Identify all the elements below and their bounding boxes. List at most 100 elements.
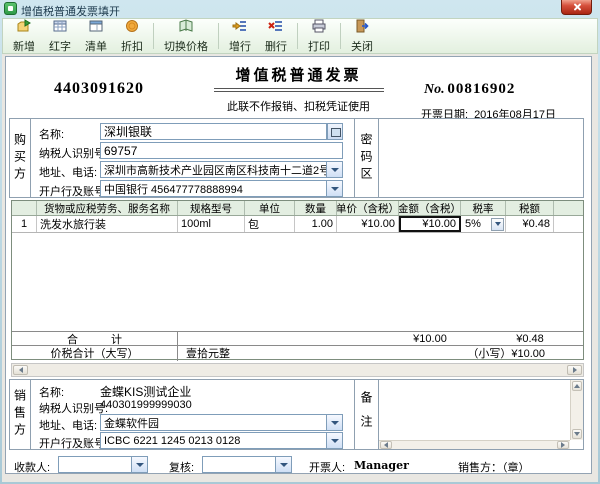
dropdown-arrow-icon[interactable] [275, 457, 291, 472]
red-letter-icon [52, 18, 68, 37]
dropdown-arrow-icon[interactable] [326, 433, 342, 448]
new-button[interactable]: 新增 [6, 20, 42, 52]
seller-address-combo[interactable]: 金蝶软件园 [100, 414, 343, 431]
close-icon [572, 3, 581, 12]
buyer-section: 购买方 名称: 纳税人识别号: 地址、电话: 深圳市高新技术产业园区南区科技南十… [9, 118, 584, 198]
col-header-price: 单价（含税） [337, 201, 399, 215]
buyer-name-browse-button[interactable] [327, 123, 343, 140]
buyer-taxid-input[interactable] [100, 142, 343, 159]
dropdown-arrow-icon[interactable] [326, 181, 342, 196]
title-underline [214, 88, 384, 89]
item-unit-cell[interactable]: 包 [245, 216, 295, 232]
toolbar-separator [340, 23, 341, 49]
discount-button[interactable]: 折扣 [114, 20, 150, 52]
toolbar-separator [153, 23, 154, 49]
grid-empty-area[interactable] [12, 233, 583, 331]
item-spec-cell[interactable]: 100ml [178, 216, 245, 232]
seller-bank-label: 开户行及账号: [39, 435, 108, 451]
issuer-label: 开票人: [309, 459, 345, 475]
seller-taxid-label: 纳税人识别号: [39, 400, 108, 416]
scroll-left-arrow-icon[interactable] [380, 441, 392, 449]
list-button[interactable]: 清单 [78, 20, 114, 52]
invoice-window: 增值税普通发票填开 新增 红字 清单 折扣 [0, 0, 600, 484]
switch-price-icon [178, 18, 194, 37]
discount-icon [124, 18, 140, 37]
seller-name-value: 金蝶KIS测试企业 [100, 383, 191, 400]
payee-combo[interactable] [58, 456, 148, 473]
remark-vertical-scrollbar[interactable] [570, 380, 583, 440]
col-header-tax: 税额 [506, 201, 554, 215]
total-amount: ¥10.00 [399, 333, 461, 345]
delete-row-button[interactable]: 删行 [258, 20, 294, 52]
remark-horizontal-scrollbar[interactable] [379, 440, 570, 449]
seller-bank-combo[interactable]: ICBC 6221 1245 0213 0128 [100, 432, 343, 449]
toolbar-separator [297, 23, 298, 49]
payee-label: 收款人: [14, 459, 50, 475]
red-letter-label: 红字 [49, 38, 71, 54]
buyer-address-value: 深圳市高新技术产业园区南区科技南十二道2号 075588888888 [101, 162, 326, 178]
buyer-bank-combo[interactable]: 中国银行 456477778888994 [100, 180, 343, 197]
item-amount-cell-selected[interactable]: ¥10.00 [399, 216, 461, 232]
add-row-button[interactable]: 增行 [222, 20, 258, 52]
grid-horizontal-scrollbar[interactable] [11, 363, 584, 377]
print-icon [311, 18, 327, 37]
item-qty-cell[interactable]: 1.00 [295, 216, 337, 232]
seller-seal-label: 销售方：（章） [458, 459, 530, 475]
dropdown-arrow-icon[interactable] [326, 415, 342, 430]
discount-label: 折扣 [121, 38, 143, 54]
scroll-right-arrow-icon[interactable] [567, 365, 582, 375]
scroll-right-arrow-icon[interactable] [557, 441, 569, 449]
scroll-up-arrow-icon[interactable] [572, 381, 582, 391]
switch-price-button[interactable]: 切换价格 [157, 20, 215, 52]
buyer-bank-value: 中国银行 456477778888994 [101, 181, 326, 197]
seller-taxid-value: 440301999999030 [100, 399, 192, 411]
col-header-amount: 金额（含税） [399, 201, 461, 215]
close-button[interactable] [561, 0, 592, 15]
issuer-value: Manager [354, 459, 409, 472]
row-index-cell: 1 [12, 216, 37, 232]
reviewer-label: 复核: [169, 459, 194, 475]
print-button[interactable]: 打印 [301, 20, 337, 52]
seller-bank-value: ICBC 6221 1245 0213 0128 [101, 435, 326, 447]
item-tax-cell[interactable]: ¥0.48 [506, 216, 554, 232]
buyer-name-label: 名称: [39, 126, 64, 142]
dropdown-arrow-icon[interactable] [131, 457, 147, 472]
print-label: 打印 [308, 38, 330, 54]
amount-in-words: 壹拾元整 [178, 345, 230, 361]
buyer-name-input[interactable] [100, 123, 327, 140]
table-row: 1 洗发水旅行装 100ml 包 1.00 ¥10.00 ¥10.00 5% ¥… [12, 216, 583, 233]
scroll-down-arrow-icon[interactable] [572, 429, 582, 439]
client-area: 新增 红字 清单 折扣 切换价格 增行 [2, 18, 598, 482]
scroll-left-arrow-icon[interactable] [13, 365, 28, 375]
remark-label: 备注 [354, 380, 379, 449]
delete-row-icon [268, 18, 284, 37]
buyer-address-combo[interactable]: 深圳市高新技术产业园区南区科技南十二道2号 075588888888 [100, 161, 343, 178]
dropdown-arrow-icon[interactable] [326, 162, 342, 177]
item-name-cell[interactable]: 洗发水旅行装 [37, 216, 178, 232]
window-title: 增值税普通发票填开 [21, 3, 120, 19]
new-label: 新增 [13, 38, 35, 54]
col-header-rate: 税率 [461, 201, 506, 215]
rate-dropdown-arrow-icon[interactable] [491, 218, 504, 231]
col-header-index [12, 201, 37, 215]
add-row-icon [232, 18, 248, 37]
reviewer-combo[interactable] [202, 456, 292, 473]
item-rate-cell[interactable]: 5% [461, 216, 506, 232]
invoice-number-group: No. 00816902 [424, 81, 515, 98]
item-price-cell[interactable]: ¥10.00 [337, 216, 399, 232]
seller-address-label: 地址、电话: [39, 417, 97, 433]
new-icon [16, 18, 32, 37]
items-grid: 货物或应税劳务、服务名称 规格型号 单位 数量 单价（含税） 金额（含税） 税率… [11, 200, 584, 360]
toolbar: 新增 红字 清单 折扣 切换价格 增行 [2, 18, 598, 54]
remark-textarea[interactable] [379, 380, 583, 449]
red-letter-button[interactable]: 红字 [42, 20, 78, 52]
seller-name-label: 名称: [39, 384, 64, 400]
list-label: 清单 [85, 38, 107, 54]
close-window-button[interactable]: 关闭 [344, 20, 380, 52]
close-window-label: 关闭 [351, 38, 373, 54]
add-row-label: 增行 [229, 38, 251, 54]
col-header-name: 货物或应税劳务、服务名称 [37, 201, 178, 215]
grid-header-row: 货物或应税劳务、服务名称 规格型号 单位 数量 单价（含税） 金额（含税） 税率… [12, 201, 583, 216]
no-prefix: No. [424, 82, 445, 97]
seller-section: 销售方 名称: 金蝶KIS测试企业 纳税人识别号: 44030199999903… [9, 379, 584, 450]
